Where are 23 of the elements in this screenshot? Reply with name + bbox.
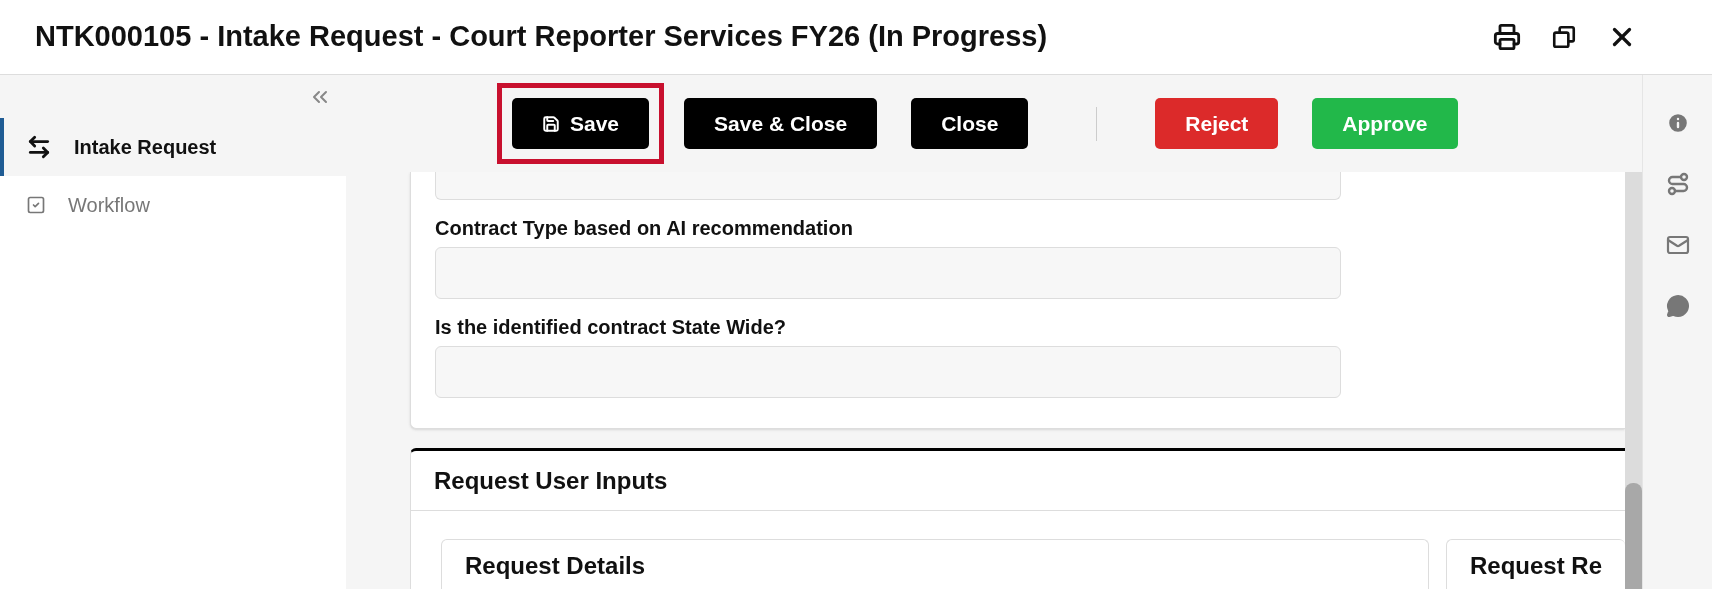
- toolbar-button[interactable]: Close: [911, 98, 1029, 149]
- input-field[interactable]: [435, 172, 1341, 200]
- toolbar-button[interactable]: Reject: [1155, 98, 1279, 149]
- section-title: Request User Inputs: [434, 465, 668, 496]
- scrollbar[interactable]: [1625, 172, 1642, 589]
- sidebar-item[interactable]: Intake Request: [0, 118, 346, 176]
- restore-icon[interactable]: [1551, 24, 1577, 50]
- checkbox-icon: [26, 195, 46, 215]
- print-icon[interactable]: [1493, 23, 1521, 51]
- window-title: NTK000105 - Intake Request - Court Reporter Services FY26 (In Progress): [35, 19, 1048, 55]
- save-button[interactable]: Save: [512, 98, 650, 149]
- panel-title: Request Re: [1469, 552, 1602, 579]
- mail-icon[interactable]: [1665, 233, 1690, 257]
- chat-icon[interactable]: [1665, 294, 1690, 318]
- field-label: Contract Type based on AI recommendation: [435, 216, 854, 241]
- input-field[interactable]: [435, 247, 1341, 299]
- toolbar-button[interactable]: Save & Close: [684, 98, 878, 149]
- field-label: Is the identified contract State Wide?: [435, 315, 787, 340]
- route-icon[interactable]: [1665, 172, 1690, 196]
- save-icon: [542, 114, 560, 133]
- panel-title: Request Details: [465, 552, 646, 579]
- swap-icon: [26, 134, 52, 160]
- input-field[interactable]: [435, 346, 1341, 398]
